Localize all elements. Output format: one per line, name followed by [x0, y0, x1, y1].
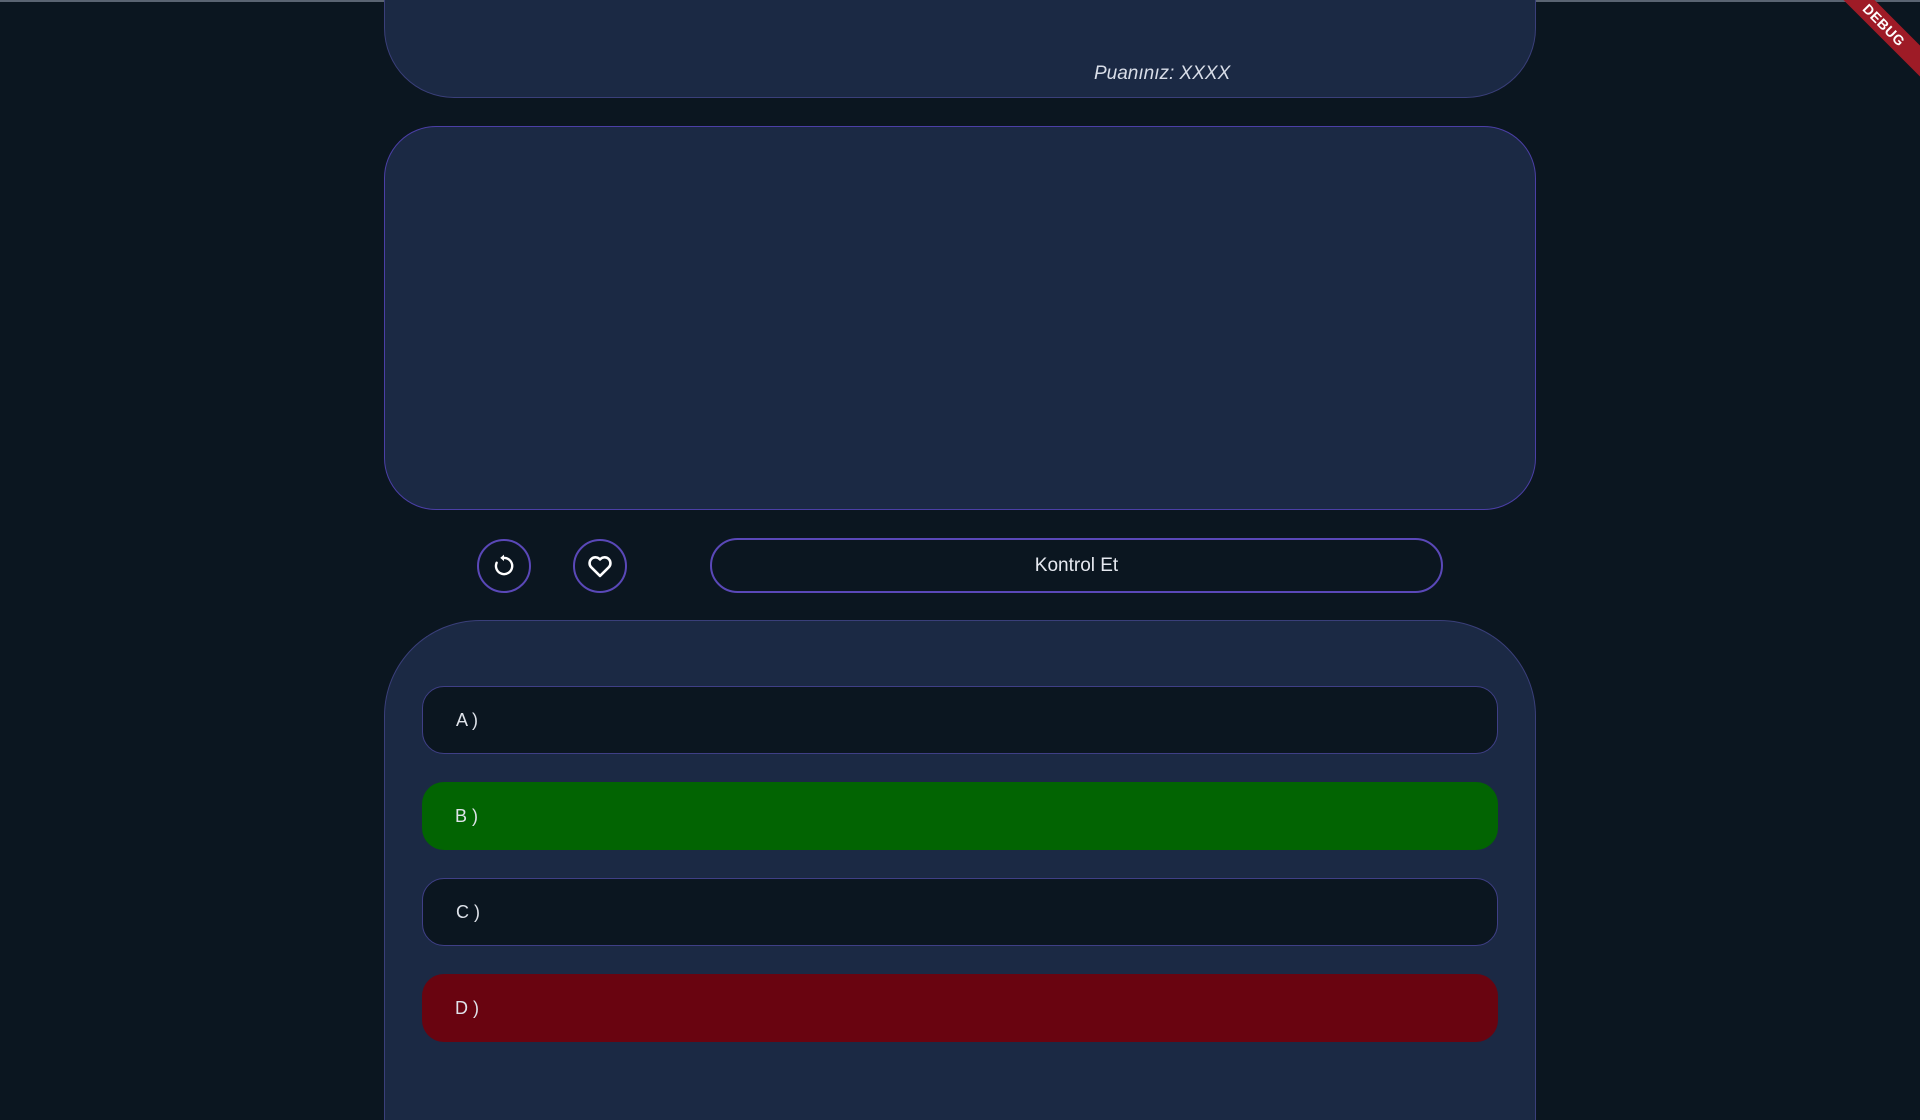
refresh-icon [491, 553, 517, 579]
option-c[interactable]: C ) [422, 878, 1498, 946]
option-b-label: B ) [455, 805, 479, 826]
question-panel [384, 126, 1536, 510]
option-b-correct[interactable]: B ) [422, 782, 1498, 850]
score-label: Puanınız: XXXX [1094, 63, 1231, 84]
option-a-label: A ) [456, 709, 479, 730]
option-d-label: D ) [455, 997, 479, 1018]
refresh-button[interactable] [477, 539, 531, 593]
heart-icon [586, 552, 614, 580]
option-a[interactable]: A ) [422, 686, 1498, 754]
option-d-wrong[interactable]: D ) [422, 974, 1498, 1042]
option-c-label: C ) [456, 901, 480, 922]
debug-banner: DEBUG [1826, 0, 1920, 83]
check-answer-label: Kontrol Et [1034, 554, 1119, 576]
favorite-button[interactable] [573, 539, 627, 593]
check-answer-button[interactable]: Kontrol Et [710, 538, 1443, 593]
score-header-panel [384, 0, 1536, 98]
